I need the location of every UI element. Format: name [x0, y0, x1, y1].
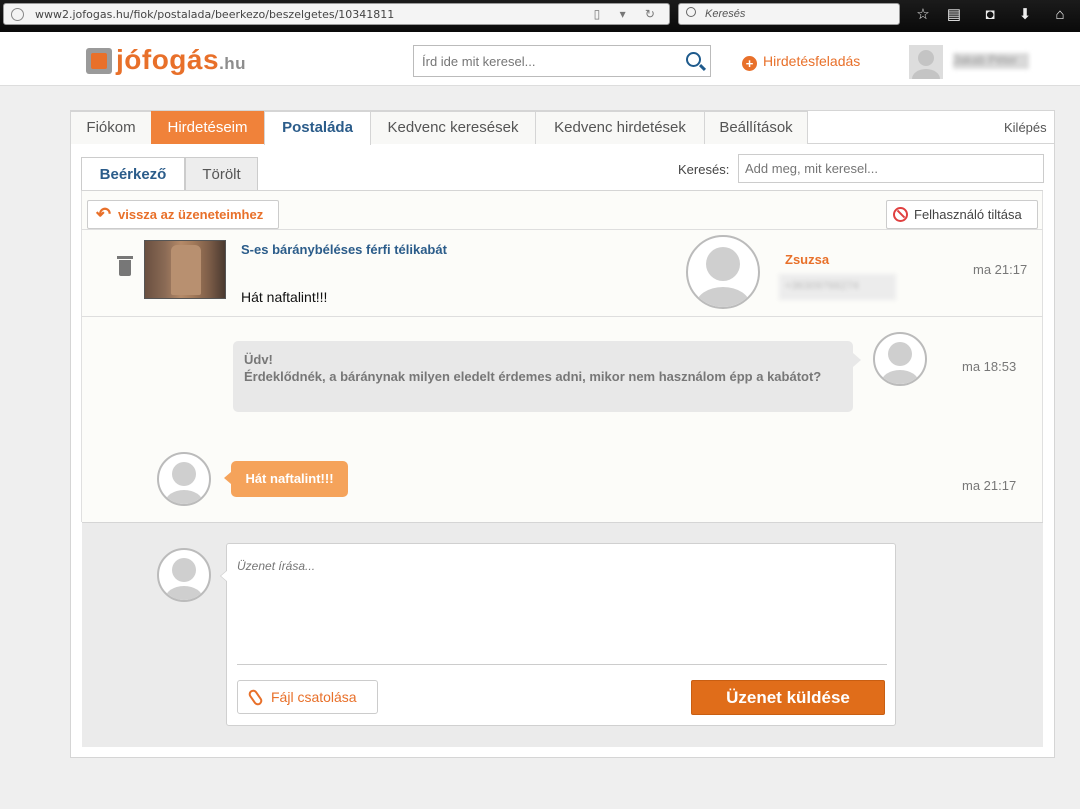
browser-search-box[interactable]: Keresés: [678, 3, 900, 25]
bookmark-star-icon[interactable]: ☆: [911, 4, 935, 26]
plus-icon: +: [742, 56, 757, 71]
browser-search-placeholder: Keresés: [705, 8, 746, 20]
reply-arrow-icon: ↶: [96, 204, 112, 224]
account-tabs: Fiókom Hirdetéseim Postaláda Kedvenc ker…: [70, 110, 1055, 145]
search-icon: [686, 7, 696, 17]
ad-title-link[interactable]: S-es báránybéléses férfi télikabát: [241, 242, 447, 257]
back-label: vissza az üzeneteimhez: [118, 207, 264, 222]
message-bubble-incoming: Üdv! Érdeklődnék, a báránynak milyen ele…: [233, 341, 861, 412]
tab-kedvenc-keresesek[interactable]: Kedvenc keresések: [370, 111, 536, 144]
divider: [82, 229, 1043, 230]
subtab-deleted[interactable]: Törölt: [185, 157, 258, 190]
divider: [82, 316, 1043, 317]
url-path: /fiok/postalada/beerkezo/beszelgetes/103…: [129, 8, 395, 21]
message-time: ma 18:53: [962, 359, 1017, 374]
site-search-input[interactable]: [414, 46, 674, 76]
user-name[interactable]: Jakab Péter: [953, 53, 1029, 69]
last-message-preview: Hát naftalint!!!: [241, 289, 328, 305]
tab-hirdeteseim[interactable]: Hirdetéseim: [151, 111, 264, 144]
user-silhouette-icon: [696, 247, 750, 307]
post-ad-link[interactable]: + Hirdetésfeladás: [742, 53, 860, 71]
site-search: [413, 45, 711, 77]
user-avatar[interactable]: [909, 45, 943, 79]
subtab-inbox[interactable]: Beérkező: [81, 157, 185, 191]
compose-avatar: [157, 548, 211, 602]
message-line: Üdv!: [244, 352, 273, 367]
message-time: ma 21:17: [962, 478, 1017, 493]
reader-icon[interactable]: ▯ ▾ ↻: [594, 7, 663, 21]
pocket-icon[interactable]: ◘: [978, 4, 1002, 26]
search-icon[interactable]: [686, 52, 701, 67]
partner-phone: +36309766274: [779, 274, 896, 300]
home-icon[interactable]: ⌂: [1048, 4, 1072, 26]
tab-postalada[interactable]: Postaláda: [264, 111, 371, 145]
logo-tld: .hu: [219, 54, 247, 73]
tab-fiokom[interactable]: Fiókom: [70, 111, 152, 144]
bookmarks-list-icon[interactable]: ▤: [942, 4, 966, 26]
address-bar[interactable]: www2.jofogas.hu/fiok/postalada/beerkezo/…: [3, 3, 670, 25]
url-text: www2.jofogas.hu/fiok/postalada/beerkezo/…: [35, 8, 394, 21]
divider: [237, 664, 887, 665]
attach-file-button[interactable]: Fájl csatolása: [237, 680, 378, 714]
tab-beallitasok[interactable]: Beállítások: [704, 111, 808, 144]
message-bubble-outgoing: Hát naftalint!!!: [224, 461, 348, 497]
conversation-time: ma 21:17: [973, 262, 1028, 277]
attach-label: Fájl csatolása: [271, 689, 357, 705]
back-to-messages-button[interactable]: ↶ vissza az üzeneteimhez: [87, 200, 279, 229]
tab-kedvenc-hirdetesek[interactable]: Kedvenc hirdetések: [535, 111, 705, 144]
download-icon[interactable]: ⬇: [1013, 4, 1037, 26]
paperclip-icon: [246, 687, 265, 708]
user-silhouette-icon: [165, 462, 203, 504]
partner-name[interactable]: Zsuzsa: [785, 252, 829, 267]
send-message-button[interactable]: Üzenet küldése: [691, 680, 885, 715]
logo-main: jófogás: [116, 44, 220, 75]
globe-icon: [11, 8, 24, 21]
user-silhouette-icon: [881, 342, 919, 384]
post-ad-label: Hirdetésfeladás: [763, 53, 861, 69]
trash-icon[interactable]: [117, 256, 133, 276]
own-avatar: [157, 452, 211, 506]
inbox-search-input[interactable]: [738, 154, 1044, 183]
user-silhouette-icon: [165, 558, 203, 600]
message-line: Érdeklődnék, a báránynak milyen eledelt …: [244, 369, 822, 384]
message-input[interactable]: [227, 544, 887, 664]
logo-text: jófogás.hu: [116, 44, 246, 76]
block-user-button[interactable]: Felhasználó tiltása: [886, 200, 1038, 229]
logo-box-icon: [86, 48, 112, 74]
ad-thumbnail[interactable]: [144, 240, 226, 299]
logout-link[interactable]: Kilépés: [1004, 120, 1047, 135]
url-host: www2.jofogas.hu: [35, 8, 130, 21]
jacket-image: [171, 245, 201, 295]
partner-avatar: [686, 235, 760, 309]
block-label: Felhasználó tiltása: [914, 207, 1022, 222]
inbox-search-label: Keresés:: [678, 162, 730, 177]
sender-avatar: [873, 332, 927, 386]
user-silhouette-icon: [912, 50, 940, 79]
block-icon: [893, 207, 908, 222]
